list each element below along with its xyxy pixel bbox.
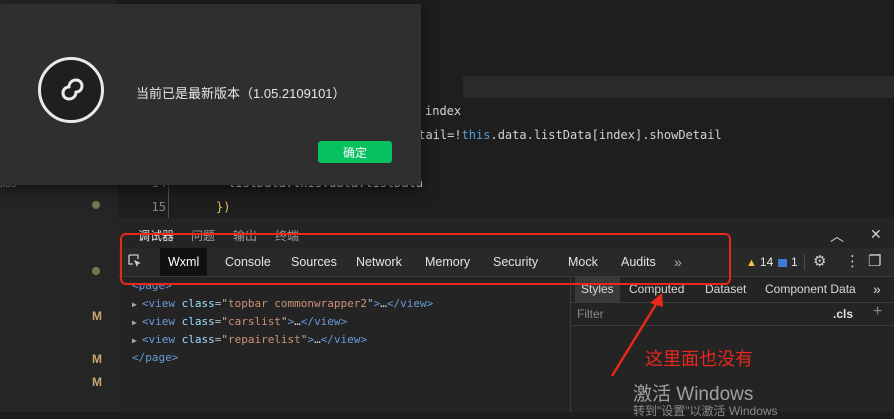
page-close-tag[interactable]: </page> [132,351,178,364]
styles-filter-bar: Filter .cls + [571,303,894,326]
code-fragment: etail=!this.data.listData[index].showDet… [411,128,722,142]
dom-node-row[interactable]: ▶ <view class="topbar commonwrapper2">…</… [132,297,433,310]
current-line-highlight [463,76,894,98]
warnings-counter[interactable]: ▲ 14 [746,248,773,277]
code-fragment: index [425,104,462,118]
collapse-panel-icon[interactable]: ︿ [830,226,844,246]
activation-watermark-subtitle: 转到"设置"以激活 Windows [633,404,778,418]
dialog-message: 当前已是最新版本（1.05.2109101） [136,86,346,101]
ok-button[interactable]: 确定 [318,141,392,163]
git-modified-dot [92,201,100,209]
git-modified-dot [92,267,100,275]
tab-component-data[interactable]: Component Data [765,277,856,302]
toolbar-divider [804,254,805,270]
wxml-tree: <page> ▶ <view class="topbar commonwrappe… [118,277,569,412]
git-modified-flag: M [92,375,102,389]
git-modified-flag: M [92,309,102,323]
warning-icon: ▲ [746,257,757,269]
git-modified-flag: M [92,352,102,366]
dom-node-row[interactable]: ▶ <view class="repairelist">…</view> [132,333,367,346]
info-counter[interactable]: 1 [778,248,798,276]
gear-icon[interactable]: ⚙ [813,248,826,276]
close-panel-icon[interactable]: ✕ [870,226,882,243]
filter-input[interactable]: Filter [577,307,604,321]
add-rule-button[interactable]: + [873,303,882,321]
update-dialog: 当前已是最新版本（1.05.2109101） 确定 [0,4,421,185]
line-number: 15 [151,200,166,214]
cls-toggle-button[interactable]: .cls [833,307,853,321]
annotation-highlight-box [120,233,731,285]
message-icon [778,259,787,267]
annotation-note: 这里面也没有 [645,349,753,369]
dom-node-row[interactable]: ▶ <view class="carslist">…</view> [132,315,347,328]
dock-window-icon[interactable]: ❐ [868,248,881,276]
wechat-miniprogram-logo-icon [38,57,104,123]
kebab-menu-icon[interactable]: ⋮ [845,248,860,276]
code-fragment: }) [216,200,231,214]
styles-more-chevron-icon[interactable]: » [873,277,881,302]
